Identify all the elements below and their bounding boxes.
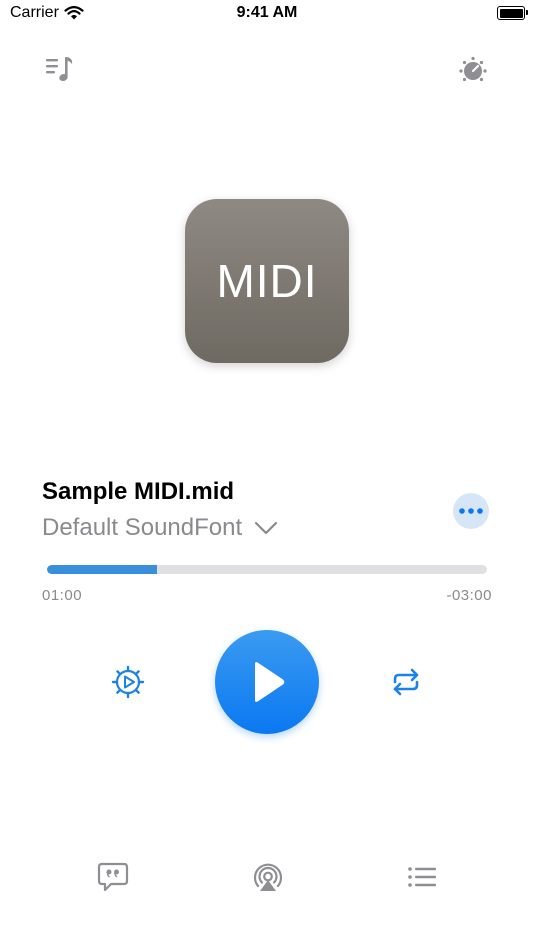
airplay-button[interactable] — [249, 858, 287, 896]
battery-icon — [497, 6, 528, 20]
knob-settings-icon — [459, 56, 487, 82]
playback-settings-button[interactable] — [108, 662, 148, 702]
settings-knob-button[interactable] — [454, 52, 492, 88]
airplay-icon — [253, 863, 283, 891]
playlist-music-icon — [46, 57, 73, 82]
list-icon — [408, 867, 436, 887]
progress-fill — [47, 565, 157, 574]
remaining-time: -03:00 — [446, 587, 492, 604]
song-title: Sample MIDI.mid — [42, 478, 235, 505]
more-icon — [459, 508, 483, 514]
play-button[interactable] — [215, 630, 319, 734]
chevron-down-icon — [255, 521, 278, 535]
elapsed-time: 01:00 — [42, 587, 83, 604]
soundfont-label: Default SoundFont — [42, 514, 243, 541]
playlist-list-button[interactable] — [403, 860, 441, 894]
artwork-label: MIDI — [216, 255, 318, 307]
progress-bar[interactable] — [47, 565, 487, 574]
more-options-button[interactable] — [453, 493, 489, 529]
repeat-icon — [393, 668, 419, 696]
play-icon — [255, 662, 285, 702]
soundfont-selector[interactable]: Default SoundFont — [42, 514, 278, 542]
lyrics-icon — [97, 862, 129, 892]
repeat-button[interactable] — [386, 664, 426, 700]
status-time: 9:41 AM — [236, 4, 298, 21]
gear-play-icon — [111, 665, 145, 699]
lyrics-button[interactable] — [94, 858, 132, 896]
album-artwork: MIDI — [185, 199, 349, 363]
playlist-button[interactable] — [40, 52, 78, 86]
